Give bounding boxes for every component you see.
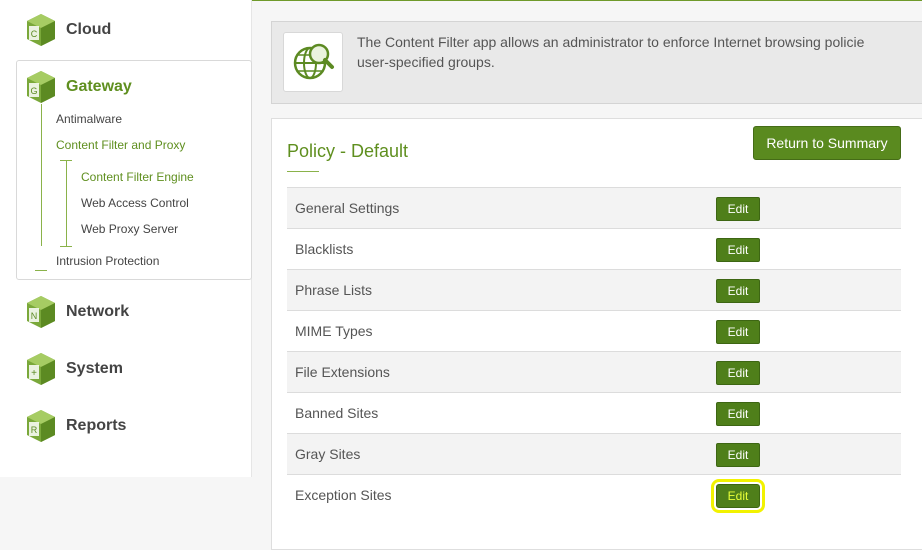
policy-row-gray-sites: Gray Sites Edit [287,433,901,474]
system-cube-icon: + [27,353,55,385]
app-icon-box [283,32,343,92]
nav-reports[interactable]: R Reports [26,409,126,443]
nav-antimalware[interactable]: Antimalware [56,112,122,126]
nav-content-filter-engine[interactable]: Content Filter Engine [81,170,194,184]
cloud-cube-icon: C [27,14,55,46]
description-line-2: user-specified groups. [357,54,495,70]
edit-banned-sites-button[interactable]: Edit [716,402,760,426]
row-label: General Settings [295,200,400,216]
nav-gateway-label: Gateway [66,78,132,95]
row-label: Phrase Lists [295,282,373,298]
nav-cloud[interactable]: C Cloud [26,13,111,47]
policy-row-blacklists: Blacklists Edit [287,228,901,269]
nav-reports-label: Reports [66,417,127,434]
row-label: File Extensions [295,364,390,380]
edit-general-settings-button[interactable]: Edit [716,197,760,221]
app-description-banner: The Content Filter app allows an adminis… [271,21,922,104]
edit-file-extensions-button[interactable]: Edit [716,361,760,385]
nav-cloud-label: Cloud [66,21,112,38]
nav-network[interactable]: N Network [26,295,129,329]
nav-system[interactable]: + System [26,352,123,386]
row-label: Blacklists [295,241,354,257]
row-label: Gray Sites [295,446,361,462]
edit-mime-types-button[interactable]: Edit [716,320,760,344]
policy-panel: Policy - Default Return to Summary Gener… [271,118,922,550]
title-underline [287,171,319,172]
policy-title: Policy - Default [287,141,409,161]
row-label: Exception Sites [295,487,392,503]
svg-text:+: + [31,368,37,379]
svg-text:R: R [31,425,38,435]
policy-row-file-extensions: File Extensions Edit [287,351,901,392]
nav-gateway[interactable]: G Gateway [26,70,132,104]
row-label: Banned Sites [295,405,379,421]
policy-row-banned-sites: Banned Sites Edit [287,392,901,433]
subtree-line [66,160,67,246]
description-line-1: The Content Filter app allows an adminis… [357,34,865,50]
gateway-cube-icon: G [27,71,55,103]
policy-settings-list: General Settings Edit Blacklists Edit Ph… [287,187,901,515]
edit-gray-sites-button[interactable]: Edit [716,443,760,467]
edit-blacklists-button[interactable]: Edit [716,238,760,262]
nav-web-proxy-server[interactable]: Web Proxy Server [81,222,178,236]
app-description: The Content Filter app allows an adminis… [357,32,922,72]
nav-content-filter-proxy[interactable]: Content Filter and Proxy [56,138,185,152]
nav-system-label: System [66,360,123,377]
svg-text:N: N [31,311,38,321]
tree-tick [35,270,47,271]
nav-intrusion-protection[interactable]: Intrusion Protection [56,254,159,268]
sidebar: C Cloud G Gateway Antimalware Content Fi… [0,0,252,477]
return-to-summary-button[interactable]: Return to Summary [753,126,901,160]
tree-tick [60,246,72,247]
tree-line [41,104,42,246]
network-cube-icon: N [27,296,55,328]
tree-tick [60,160,72,161]
row-label: MIME Types [295,323,373,339]
policy-row-general-settings: General Settings Edit [287,187,901,228]
nav-web-access-control[interactable]: Web Access Control [81,196,189,210]
svg-text:G: G [30,86,37,96]
svg-text:C: C [31,29,38,39]
edit-exception-sites-button[interactable]: Edit [711,479,765,513]
policy-row-exception-sites: Exception Sites Edit [287,474,901,515]
nav-network-label: Network [66,303,130,320]
policy-row-mime-types: MIME Types Edit [287,310,901,351]
reports-cube-icon: R [27,410,55,442]
policy-row-phrase-lists: Phrase Lists Edit [287,269,901,310]
globe-search-icon [293,43,334,80]
edit-phrase-lists-button[interactable]: Edit [716,279,760,303]
